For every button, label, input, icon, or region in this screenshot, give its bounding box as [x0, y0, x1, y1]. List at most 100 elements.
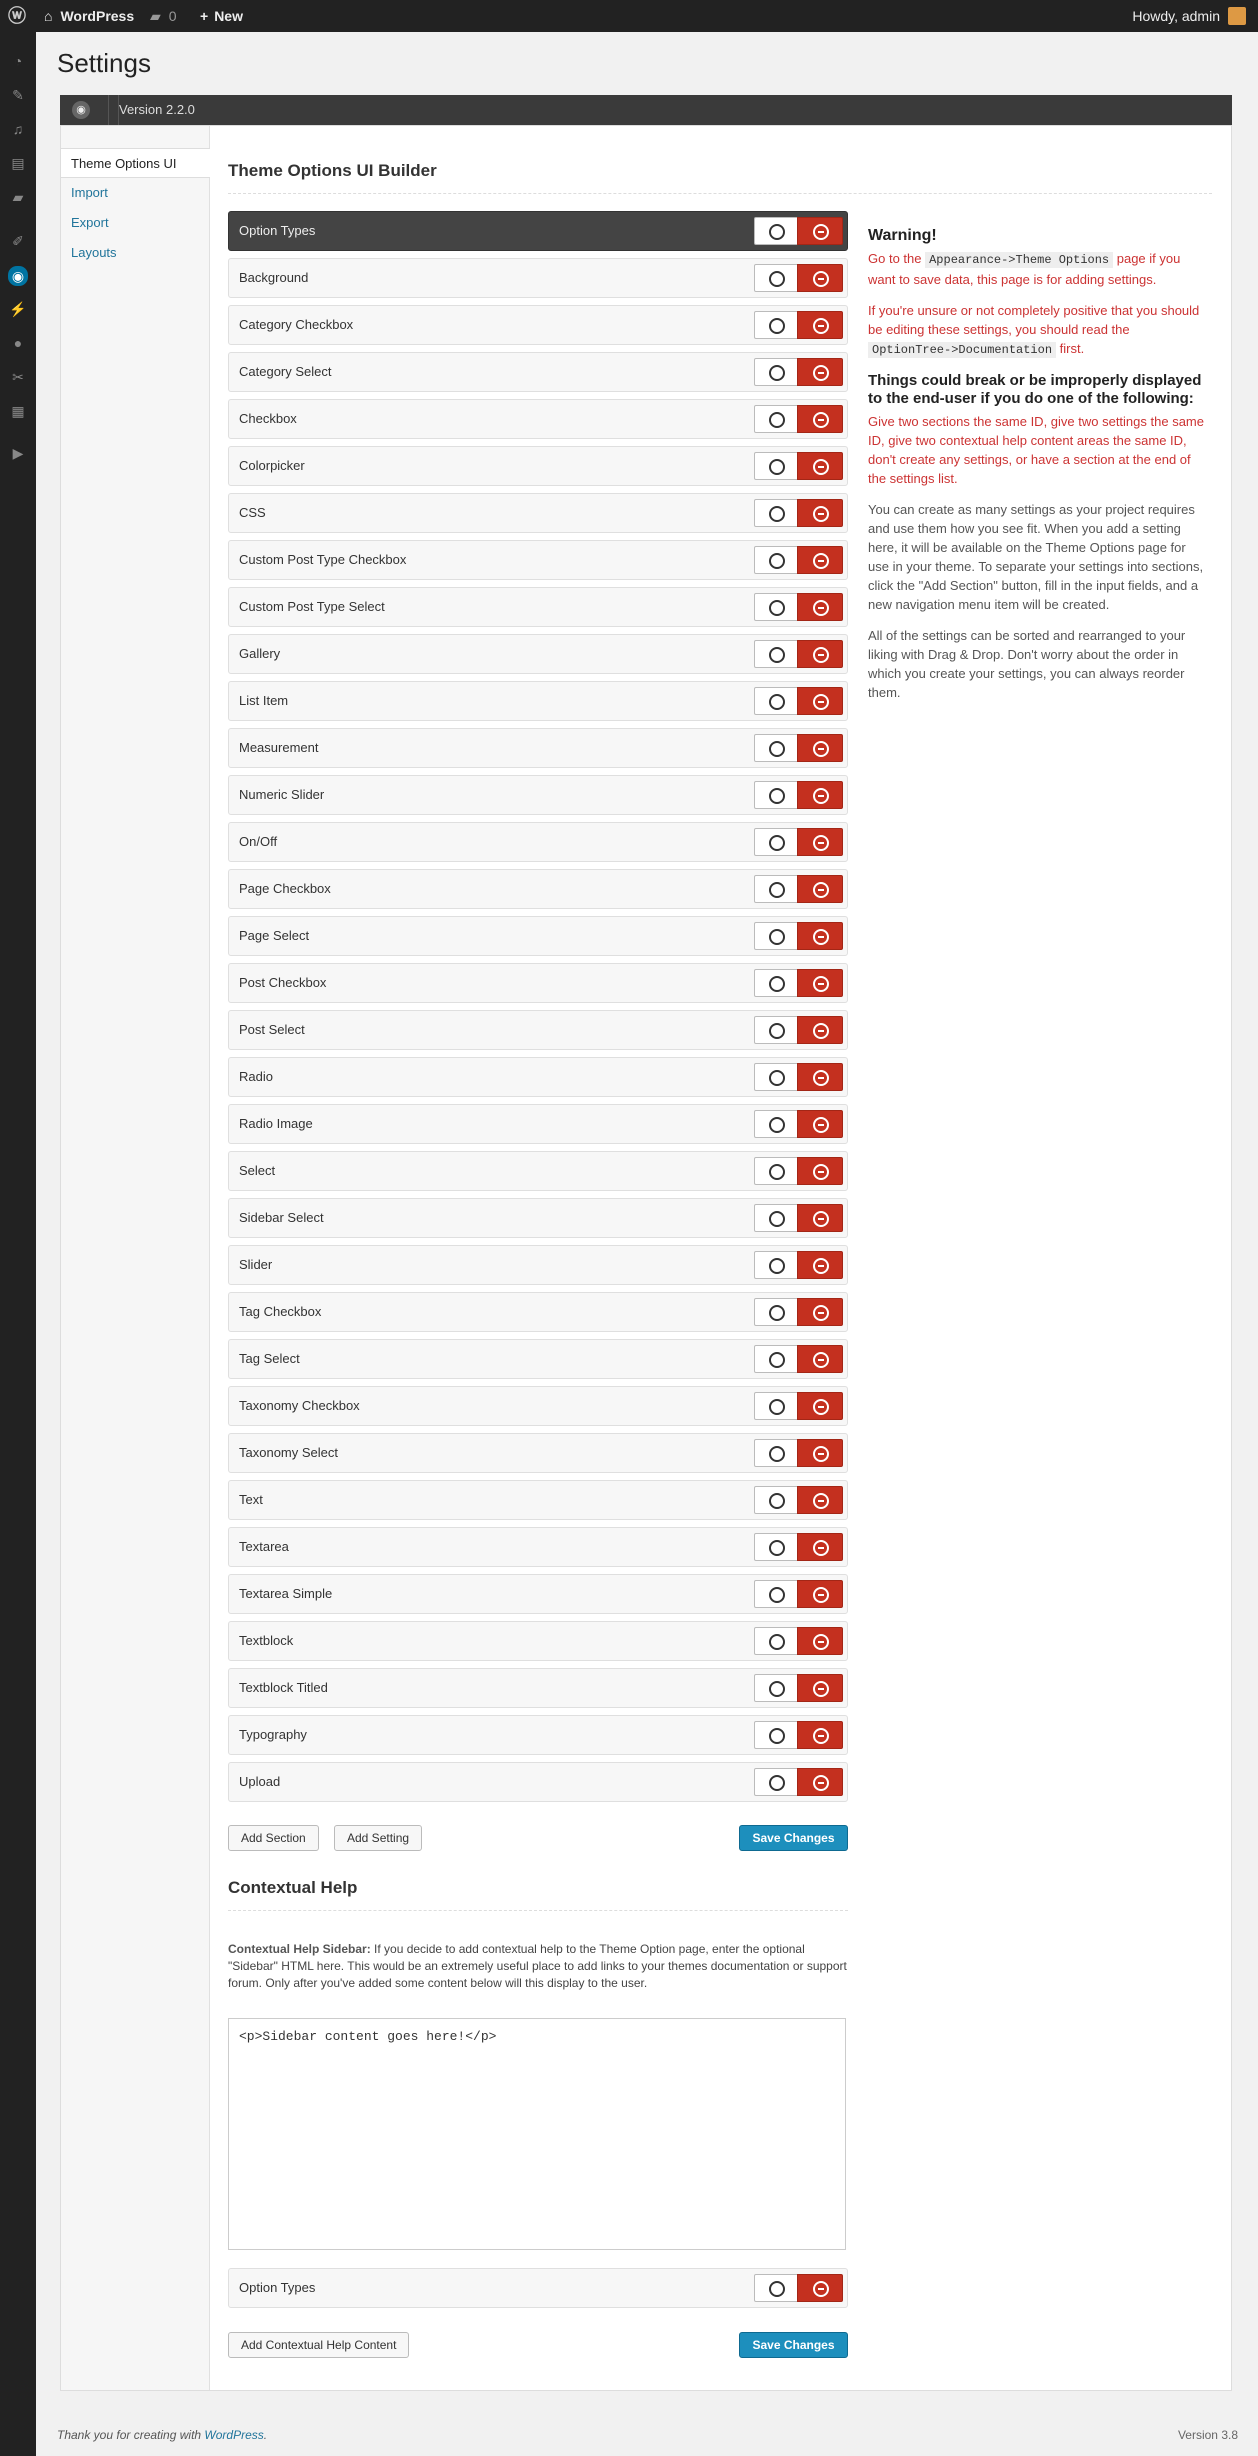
delete-button[interactable]	[797, 1674, 843, 1702]
setting-row[interactable]: Textarea	[228, 1527, 848, 1567]
tools-icon[interactable]: ✂	[9, 368, 27, 386]
delete-button[interactable]	[797, 1345, 843, 1373]
edit-button[interactable]	[754, 1580, 798, 1608]
setting-row[interactable]: Category Select	[228, 352, 848, 392]
edit-button[interactable]	[754, 734, 798, 762]
delete-button[interactable]	[797, 1063, 843, 1091]
setting-row[interactable]: CSS	[228, 493, 848, 533]
setting-row[interactable]: Custom Post Type Select	[228, 587, 848, 627]
wordpress-link[interactable]: WordPress	[204, 2428, 263, 2442]
delete-button[interactable]	[797, 1392, 843, 1420]
setting-row[interactable]: List Item	[228, 681, 848, 721]
edit-button[interactable]	[754, 1674, 798, 1702]
edit-button[interactable]	[754, 875, 798, 903]
delete-button[interactable]	[797, 1298, 843, 1326]
contextual-help-row[interactable]: Option Types	[228, 2268, 848, 2308]
setting-row[interactable]: Slider	[228, 1245, 848, 1285]
setting-row[interactable]: Page Checkbox	[228, 869, 848, 909]
delete-button[interactable]	[797, 1251, 843, 1279]
edit-button[interactable]	[754, 1204, 798, 1232]
delete-button[interactable]	[797, 593, 843, 621]
edit-button[interactable]	[754, 1157, 798, 1185]
plugins-icon[interactable]: ⚡	[9, 300, 27, 318]
add-setting-button[interactable]: Add Setting	[334, 1825, 423, 1851]
delete-button[interactable]	[797, 499, 843, 527]
setting-row[interactable]: Radio Image	[228, 1104, 848, 1144]
delete-button[interactable]	[797, 1721, 843, 1749]
setting-row[interactable]: Tag Select	[228, 1339, 848, 1379]
setting-row[interactable]: Typography	[228, 1715, 848, 1755]
delete-button[interactable]	[797, 358, 843, 386]
tab-export[interactable]: Export	[61, 208, 209, 238]
edit-button[interactable]	[754, 311, 798, 339]
wordpress-logo-icon[interactable]: ⓦ	[6, 0, 28, 32]
setting-row[interactable]: Colorpicker	[228, 446, 848, 486]
edit-button[interactable]	[754, 781, 798, 809]
settings-icon[interactable]: ▦	[9, 402, 27, 420]
edit-button[interactable]	[754, 546, 798, 574]
comments-link[interactable]: ▰ 0	[150, 0, 177, 32]
setting-row[interactable]: Checkbox	[228, 399, 848, 439]
edit-button[interactable]	[754, 1345, 798, 1373]
delete-button[interactable]	[797, 969, 843, 997]
delete-button[interactable]	[797, 264, 843, 292]
setting-row[interactable]: Select	[228, 1151, 848, 1191]
edit-button[interactable]	[754, 828, 798, 856]
delete-button[interactable]	[797, 546, 843, 574]
edit-button[interactable]	[754, 358, 798, 386]
delete-button[interactable]	[797, 875, 843, 903]
edit-button[interactable]	[754, 1298, 798, 1326]
edit-button[interactable]	[754, 593, 798, 621]
dashboard-icon[interactable]: ◔	[9, 52, 27, 70]
account-menu[interactable]: Howdy, admin	[1132, 0, 1246, 32]
delete-button[interactable]	[797, 405, 843, 433]
edit-button[interactable]	[754, 687, 798, 715]
delete-button[interactable]	[797, 1204, 843, 1232]
delete-button[interactable]	[797, 828, 843, 856]
setting-row[interactable]: Textblock Titled	[228, 1668, 848, 1708]
delete-button[interactable]	[797, 1627, 843, 1655]
optiontree-icon[interactable]: ◉	[8, 266, 28, 286]
site-name-link[interactable]: ⌂ WordPress	[44, 0, 134, 32]
save-changes-button[interactable]: Save Changes	[739, 1825, 848, 1851]
pin-icon[interactable]: ✎	[9, 86, 27, 104]
collapse-icon[interactable]: ▶	[9, 444, 27, 462]
delete-button[interactable]	[797, 687, 843, 715]
edit-button[interactable]	[754, 922, 798, 950]
edit-button[interactable]	[754, 499, 798, 527]
delete-button[interactable]	[797, 1533, 843, 1561]
delete-button[interactable]	[797, 452, 843, 480]
setting-row[interactable]: Post Checkbox	[228, 963, 848, 1003]
setting-row[interactable]: Textarea Simple	[228, 1574, 848, 1614]
setting-row[interactable]: On/Off	[228, 822, 848, 862]
edit-button[interactable]	[754, 1533, 798, 1561]
edit-button[interactable]	[754, 1486, 798, 1514]
tab-theme-options-ui[interactable]: Theme Options UI	[61, 148, 210, 178]
save-changes-button-bottom[interactable]: Save Changes	[739, 2332, 848, 2358]
edit-button[interactable]	[754, 452, 798, 480]
setting-row[interactable]: Radio	[228, 1057, 848, 1097]
delete-button[interactable]	[797, 1486, 843, 1514]
edit-button[interactable]	[754, 1627, 798, 1655]
edit-button[interactable]	[754, 1016, 798, 1044]
setting-row[interactable]: Upload	[228, 1762, 848, 1802]
delete-button[interactable]	[797, 640, 843, 668]
setting-row[interactable]: Textblock	[228, 1621, 848, 1661]
pages-icon[interactable]: ▤	[9, 154, 27, 172]
delete-button[interactable]	[797, 922, 843, 950]
add-contextual-help-button[interactable]: Add Contextual Help Content	[228, 2332, 410, 2358]
edit-button[interactable]	[754, 1251, 798, 1279]
setting-row[interactable]: Post Select	[228, 1010, 848, 1050]
setting-row[interactable]: Taxonomy Checkbox	[228, 1386, 848, 1426]
edit-button[interactable]	[754, 640, 798, 668]
delete-button[interactable]	[797, 217, 843, 245]
add-section-button[interactable]: Add Section	[228, 1825, 319, 1851]
new-content-link[interactable]: + New	[200, 0, 243, 32]
edit-button[interactable]	[754, 217, 798, 245]
setting-row[interactable]: Numeric Slider	[228, 775, 848, 815]
edit-button[interactable]	[754, 405, 798, 433]
edit-button[interactable]	[754, 969, 798, 997]
delete-button[interactable]	[797, 2274, 843, 2302]
delete-button[interactable]	[797, 1157, 843, 1185]
delete-button[interactable]	[797, 781, 843, 809]
